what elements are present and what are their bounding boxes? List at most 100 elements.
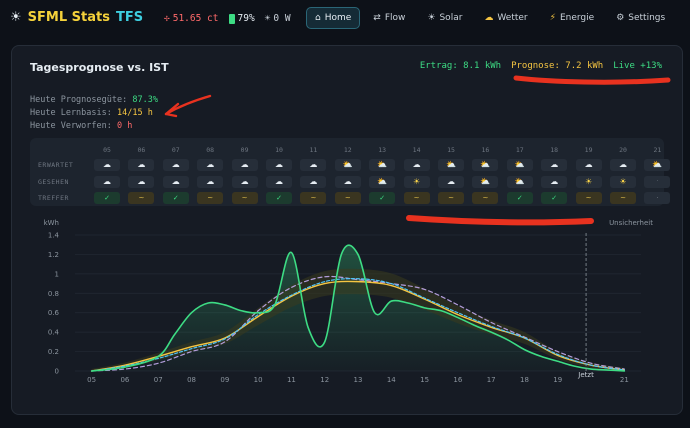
- info-value: 0 h: [117, 121, 133, 131]
- house-icon: ⌂: [315, 13, 321, 23]
- seen-cloud-icon: ☁: [266, 176, 292, 188]
- info-label: Heute Verworfen:: [30, 121, 112, 131]
- battery-icon: [228, 13, 235, 24]
- status-stats: ✢ 51.65 ct 79% ☀ 0 W: [164, 13, 291, 24]
- expected-cloud-icon: ☁: [266, 159, 292, 171]
- expected-cloud-icon: ☁: [94, 159, 120, 171]
- nav-label: Home: [324, 13, 352, 23]
- hit-cell-hit: ✓: [266, 192, 292, 204]
- info-discarded: Heute Verworfen: 0 h: [30, 120, 158, 133]
- hour-label: 14: [412, 146, 421, 154]
- nav-label: Flow: [384, 13, 406, 23]
- seen-sun-cloud-icon: ⛅: [506, 176, 533, 188]
- nav-solar[interactable]: ☀ Solar: [418, 7, 471, 29]
- hour-label: 11: [309, 146, 318, 154]
- row-label-hit: TREFFER: [38, 194, 69, 202]
- hit-cell-hit: ✓: [162, 192, 189, 204]
- battery-value: 79%: [237, 13, 255, 24]
- hit-cell-partial: ~: [575, 192, 602, 204]
- seen-cloud-icon: ☁: [162, 176, 189, 188]
- nav-wetter[interactable]: ☁ Wetter: [475, 7, 536, 29]
- expected-cloud-icon: ☁: [610, 159, 636, 171]
- ertrag-value: Ertrag: 8.1 kWh: [419, 61, 502, 71]
- sun-icon: ☀: [10, 10, 22, 25]
- seen-sun-cloud-icon: ⛅: [472, 176, 499, 188]
- info-label: Heute Lernbasis:: [30, 108, 112, 118]
- expected-sun-cloud-icon: ⛅: [334, 159, 361, 171]
- hit-cell-partial: ~: [472, 192, 499, 204]
- top-bar: ☀ SFML Stats TFS ✢ 51.65 ct 79% ☀ 0 W ⌂ …: [0, 0, 690, 38]
- hit-cell-partial: ~: [610, 192, 636, 204]
- price-value: 51.65 ct: [172, 13, 219, 24]
- prognose-value: Prognose: 7.2 kWh: [511, 61, 604, 71]
- info-value: 87.3%: [132, 95, 158, 105]
- info-quality: Heute Prognosegüte: 87.3%: [30, 94, 158, 107]
- hit-cell-partial: ~: [438, 192, 464, 204]
- seen-cloud-icon: ☁: [231, 176, 258, 188]
- hourly-weather-grid: ERWARTET GESEHEN TREFFER 05 ☁ ☁ ✓ 06 ☁ ☁ ~07 ☁ ☁ ✓…: [30, 138, 671, 206]
- brand-suffix: TFS: [115, 10, 144, 25]
- learning-info: Heute Prognosegüte: 87.3% Heute Lernbasi…: [30, 94, 158, 133]
- battery-stat: 79%: [228, 13, 255, 24]
- price-stat: ✢ 51.65 ct: [164, 13, 219, 24]
- expected-cloud-icon: ☁: [403, 159, 430, 171]
- hit-cell-hit: ✓: [94, 192, 120, 204]
- flow-icon: ⇄: [373, 13, 381, 23]
- row-label-seen: GESEHEN: [38, 178, 69, 186]
- sun-icon: ☀: [427, 13, 436, 23]
- seen-cloud-icon: ☁: [334, 176, 361, 188]
- nav-label: Wetter: [497, 13, 528, 23]
- info-basis: Heute Lernbasis: 14/15 h: [30, 107, 158, 120]
- hour-label: 15: [447, 146, 455, 154]
- row-label-expected: ERWARTET: [38, 161, 74, 169]
- seen-moon-icon: ·: [644, 176, 671, 188]
- hit-cell-partial: ~: [231, 192, 258, 204]
- expected-cloud-icon: ☁: [231, 159, 258, 171]
- gear-icon: ⚙: [616, 13, 625, 23]
- brand-name: SFML Stats: [27, 10, 110, 25]
- expected-cloud-icon: ☁: [162, 159, 189, 171]
- hour-label: 05: [103, 146, 111, 154]
- nav-flow[interactable]: ⇄ Flow: [364, 7, 414, 29]
- brand[interactable]: ☀ SFML Stats TFS: [10, 10, 143, 25]
- nav-settings[interactable]: ⚙ Settings: [607, 7, 674, 29]
- expected-sun-cloud-icon: ⛅: [644, 159, 671, 171]
- expected-cloud-icon: ☁: [300, 159, 327, 171]
- expected-cloud-icon: ☁: [197, 159, 224, 171]
- nav-label: Solar: [439, 13, 463, 23]
- expected-cloud-icon: ☁: [541, 159, 568, 171]
- power-value: 0 W: [273, 13, 291, 24]
- nav-energie[interactable]: ⚡ Energie: [541, 7, 604, 29]
- hour-label: 13: [378, 146, 387, 154]
- nav-label: Energie: [559, 13, 595, 23]
- hit-cell-partial: ~: [334, 192, 361, 204]
- hit-cell-hit: ✓: [506, 192, 533, 204]
- hour-label: 07: [171, 146, 180, 154]
- live-delta: Live +13%: [613, 61, 662, 71]
- seen-cloud-icon: ☁: [197, 176, 224, 188]
- seen-cloud-icon: ☁: [541, 176, 568, 188]
- sun-small-icon: ☀: [264, 13, 271, 24]
- hit-cell-partial: ~: [403, 192, 430, 204]
- seen-sun-cloud-icon: ⛅: [369, 176, 396, 188]
- nav-home[interactable]: ⌂ Home: [306, 7, 361, 29]
- hit-cell-hit: ✓: [369, 192, 396, 204]
- main-nav: ⌂ Home ⇄ Flow ☀ Solar ☁ Wetter ⚡ Energie…: [306, 7, 674, 29]
- hour-label: 08: [206, 146, 215, 154]
- hour-label: 16: [481, 146, 490, 154]
- expected-cloud-icon: ☁: [128, 159, 155, 171]
- expected-sun-cloud-icon: ⛅: [438, 159, 464, 171]
- forecast-card: Tagesprognose vs. IST Ertrag: 8.1 kWh Pr…: [11, 45, 683, 415]
- hour-label: 20: [619, 146, 627, 154]
- hour-label: 09: [240, 146, 249, 154]
- info-label: Heute Prognosegüte:: [30, 95, 128, 105]
- card-title: Tagesprognose vs. IST: [30, 61, 169, 74]
- seen-cloud-icon: ☁: [300, 176, 327, 188]
- hour-label: 18: [550, 146, 559, 154]
- expected-sun-cloud-icon: ⛅: [506, 159, 533, 171]
- hit-cell-hit: ✓: [541, 192, 568, 204]
- hit-cell-partial: ~: [197, 192, 224, 204]
- expected-sun-cloud-icon: ⛅: [369, 159, 396, 171]
- cloud-sun-icon: ☁: [484, 13, 494, 23]
- hit-cell-partial: ~: [128, 192, 155, 204]
